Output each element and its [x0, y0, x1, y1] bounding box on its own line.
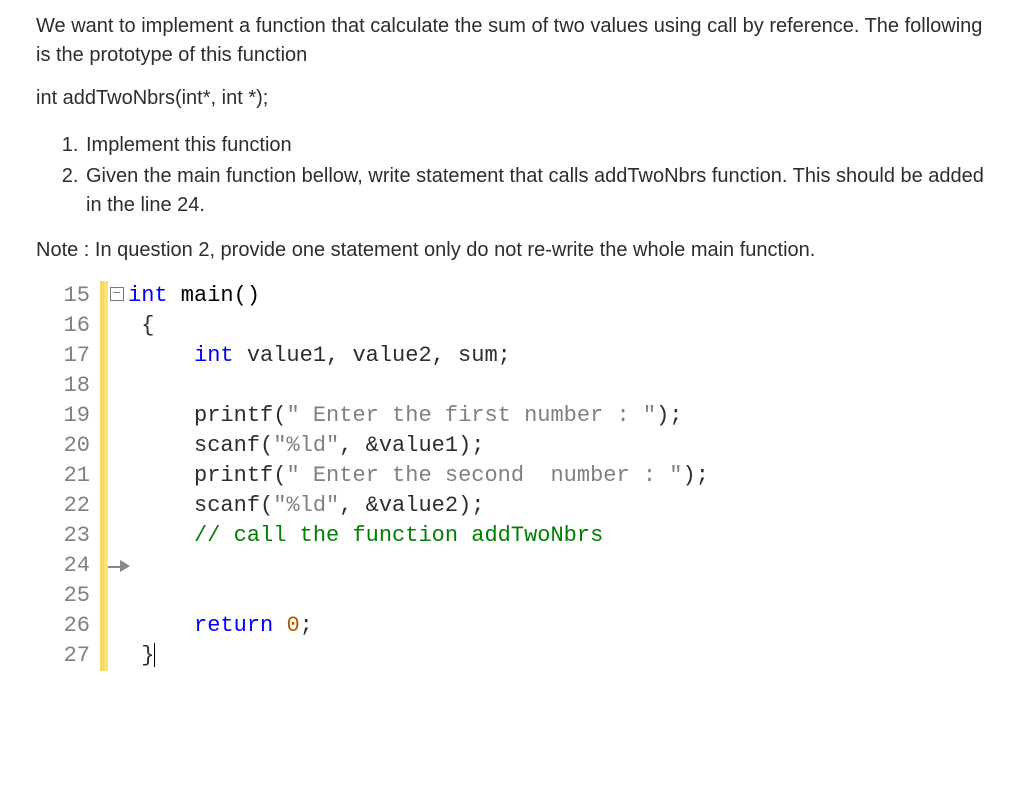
code-line [128, 371, 988, 401]
fold-bar [104, 281, 120, 671]
line-number: 19 [64, 401, 90, 431]
line-number: 26 [64, 611, 90, 641]
line-number-active: 24 [64, 551, 90, 581]
code-line: int value1, value2, sum; [128, 341, 988, 371]
line-number: 21 [64, 461, 90, 491]
code-line: −int main() [128, 281, 988, 311]
line-number-gutter: 15 16 17 18 19 20 21 22 23 24 25 26 27 [40, 281, 104, 671]
line-number: 23 [64, 521, 90, 551]
prototype-line: int addTwoNbrs(int*, int *); [36, 84, 988, 113]
line-number: 27 [64, 641, 90, 671]
code-line: scanf("%ld", &value2); [128, 491, 988, 521]
task-item: Implement this function [84, 131, 988, 160]
note-paragraph: Note : In question 2, provide one statem… [36, 236, 988, 265]
intro-paragraph: We want to implement a function that cal… [36, 12, 988, 70]
text-cursor [154, 643, 155, 667]
code-line: // call the function addTwoNbrs [128, 521, 988, 551]
code-line [128, 581, 988, 611]
line-number: 15 [64, 281, 90, 311]
code-line: return 0; [128, 611, 988, 641]
code-line: { [128, 311, 988, 341]
task-item: Given the main function bellow, write st… [84, 162, 988, 220]
line-number: 16 [64, 311, 90, 341]
fold-icon[interactable]: − [110, 287, 124, 301]
line-number: 20 [64, 431, 90, 461]
code-block: 15 16 17 18 19 20 21 22 23 24 25 26 27 −… [40, 281, 988, 671]
task-list: Implement this function Given the main f… [80, 131, 988, 220]
line-number: 22 [64, 491, 90, 521]
code-content: −int main() { int value1, value2, sum; p… [120, 281, 988, 671]
code-line: } [128, 641, 988, 671]
code-line: printf(" Enter the second number : "); [128, 461, 988, 491]
code-line: scanf("%ld", &value1); [128, 431, 988, 461]
code-line [128, 551, 988, 581]
line-number: 25 [64, 581, 90, 611]
code-line: printf(" Enter the first number : "); [128, 401, 988, 431]
line-number: 17 [64, 341, 90, 371]
line-number: 18 [64, 371, 90, 401]
